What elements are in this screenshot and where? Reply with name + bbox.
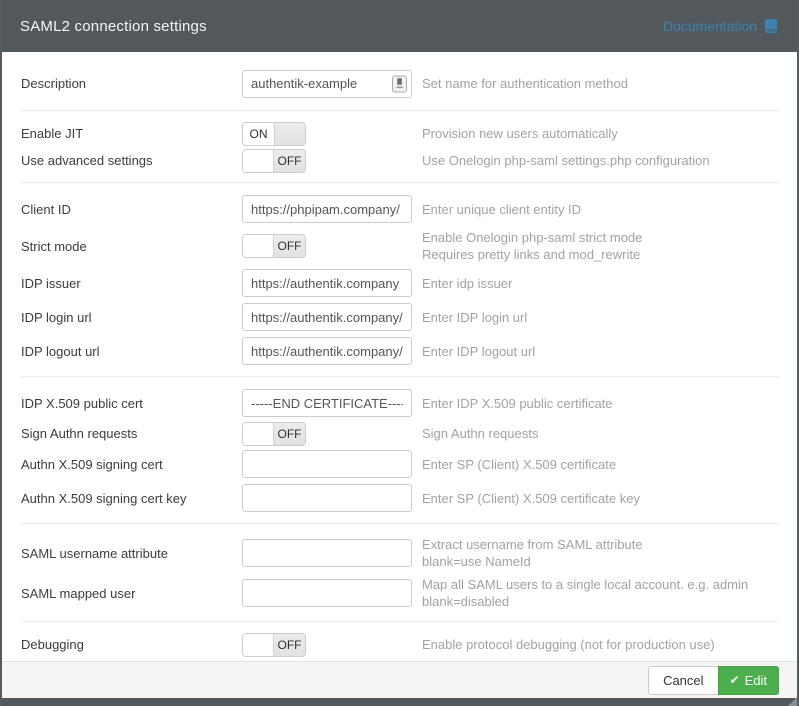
toggle-handle [243, 634, 274, 656]
saml-username-attribute-label: SAML username attribute [21, 546, 232, 561]
sign-authn-requests-help: Sign Authn requests [422, 425, 779, 442]
idp-logout-url-input[interactable] [242, 337, 412, 365]
saml-username-attribute-input[interactable] [242, 539, 412, 567]
idp-login-url-help: Enter IDP login url [422, 309, 779, 326]
authn-x509-signing-cert-input[interactable] [242, 450, 412, 478]
use-advanced-settings-label: Use advanced settings [21, 153, 232, 168]
use-advanced-settings-toggle[interactable]: OFF [242, 149, 306, 173]
section-divider [21, 110, 779, 111]
strict-mode-help: Enable Onelogin php-saml strict mode Req… [422, 229, 779, 263]
dialog-footer: Cancel ✔ Edit [2, 661, 797, 698]
dialog-header: SAML2 connection settings Documentation [2, 0, 797, 52]
client-id-help: Enter unique client entity ID [422, 201, 779, 218]
cancel-button[interactable]: Cancel [648, 666, 718, 695]
strict-mode-toggle[interactable]: OFF [242, 234, 306, 258]
row-saml-mapped-user: SAML mapped user Map all SAML users to a… [21, 573, 779, 613]
documentation-link[interactable]: Documentation [663, 18, 779, 34]
saml-mapped-user-input[interactable] [242, 579, 412, 607]
authn-x509-signing-cert-label: Authn X.509 signing cert [21, 457, 232, 472]
toggle-state-text: OFF [274, 150, 305, 172]
authn-x509-signing-cert-key-input[interactable] [242, 484, 412, 512]
saml-mapped-user-label: SAML mapped user [21, 586, 232, 601]
saml2-settings-dialog: SAML2 connection settings Documentation … [0, 0, 799, 706]
enable-jit-label: Enable JIT [21, 126, 232, 141]
toggle-handle [243, 150, 274, 172]
row-idp-login-url: IDP login url Enter IDP login url [21, 300, 779, 334]
book-icon [763, 18, 779, 34]
saml-mapped-user-help: Map all SAML users to a single local acc… [422, 576, 779, 610]
client-id-label: Client ID [21, 202, 232, 217]
client-id-input[interactable] [242, 195, 412, 223]
debugging-toggle[interactable]: OFF [242, 633, 306, 657]
section-divider [21, 523, 779, 524]
idp-logout-url-help: Enter IDP logout url [422, 343, 779, 360]
authn-x509-signing-cert-key-help: Enter SP (Client) X.509 certificate key [422, 490, 779, 507]
idp-logout-url-label: IDP logout url [21, 344, 232, 359]
row-debugging: Debugging OFF Enable protocol debugging … [21, 631, 779, 658]
section-divider [21, 376, 779, 377]
dialog-title: SAML2 connection settings [20, 18, 207, 35]
check-icon: ✔ [730, 673, 740, 687]
row-idp-x509-public-cert: IDP X.509 public cert Enter IDP X.509 pu… [21, 386, 779, 420]
row-idp-logout-url: IDP logout url Enter IDP logout url [21, 334, 779, 368]
description-label: Description [21, 76, 232, 91]
edit-button-label: Edit [745, 673, 767, 688]
edit-button[interactable]: ✔ Edit [718, 666, 779, 695]
row-enable-jit: Enable JIT ON Provision new users automa… [21, 120, 779, 147]
dialog-bottom-edge [2, 698, 797, 706]
toggle-handle [243, 235, 274, 257]
documentation-link-label: Documentation [663, 18, 757, 34]
toggle-state-text: OFF [274, 634, 305, 656]
idp-issuer-label: IDP issuer [21, 276, 232, 291]
saml-username-attribute-help: Extract username from SAML attribute bla… [422, 536, 779, 570]
strict-mode-label: Strict mode [21, 239, 232, 254]
description-input[interactable] [242, 70, 412, 98]
enable-jit-toggle[interactable]: ON [242, 122, 306, 146]
row-authn-x509-signing-cert: Authn X.509 signing cert Enter SP (Clien… [21, 447, 779, 481]
row-saml-username-attribute: SAML username attribute Extract username… [21, 533, 779, 573]
toggle-state-text: ON [243, 123, 274, 145]
debugging-label: Debugging [21, 637, 232, 652]
row-idp-issuer: IDP issuer Enter idp issuer [21, 266, 779, 300]
row-description: Description Set name for authentication … [21, 65, 779, 102]
section-divider [21, 621, 779, 622]
debugging-help: Enable protocol debugging (not for produ… [422, 636, 779, 653]
toggle-handle [243, 423, 274, 445]
idp-issuer-input[interactable] [242, 269, 412, 297]
idp-x509-public-cert-input[interactable] [242, 389, 412, 417]
toggle-state-text: OFF [274, 235, 305, 257]
row-strict-mode: Strict mode OFF Enable Onelogin php-saml… [21, 226, 779, 266]
sign-authn-requests-toggle[interactable]: OFF [242, 422, 306, 446]
row-use-advanced-settings: Use advanced settings OFF Use Onelogin p… [21, 147, 779, 174]
toggle-state-text: OFF [274, 423, 305, 445]
authn-x509-signing-cert-help: Enter SP (Client) X.509 certificate [422, 456, 779, 473]
description-help: Set name for authentication method [422, 75, 779, 92]
idp-issuer-help: Enter idp issuer [422, 275, 779, 292]
row-client-id: Client ID Enter unique client entity ID [21, 192, 779, 226]
dialog-body: Description Set name for authentication … [2, 52, 797, 661]
row-authn-x509-signing-cert-key: Authn X.509 signing cert key Enter SP (C… [21, 481, 779, 515]
section-divider [21, 182, 779, 183]
idp-login-url-label: IDP login url [21, 310, 232, 325]
idp-x509-public-cert-label: IDP X.509 public cert [21, 396, 232, 411]
resize-grip[interactable] [788, 697, 797, 706]
idp-x509-public-cert-help: Enter IDP X.509 public certificate [422, 395, 779, 412]
use-advanced-settings-help: Use Onelogin php-saml settings.php confi… [422, 152, 779, 169]
authn-x509-signing-cert-key-label: Authn X.509 signing cert key [21, 491, 232, 506]
toggle-handle [274, 123, 305, 145]
enable-jit-help: Provision new users automatically [422, 125, 779, 142]
idp-login-url-input[interactable] [242, 303, 412, 331]
sign-authn-requests-label: Sign Authn requests [21, 426, 232, 441]
row-sign-authn-requests: Sign Authn requests OFF Sign Authn reque… [21, 420, 779, 447]
